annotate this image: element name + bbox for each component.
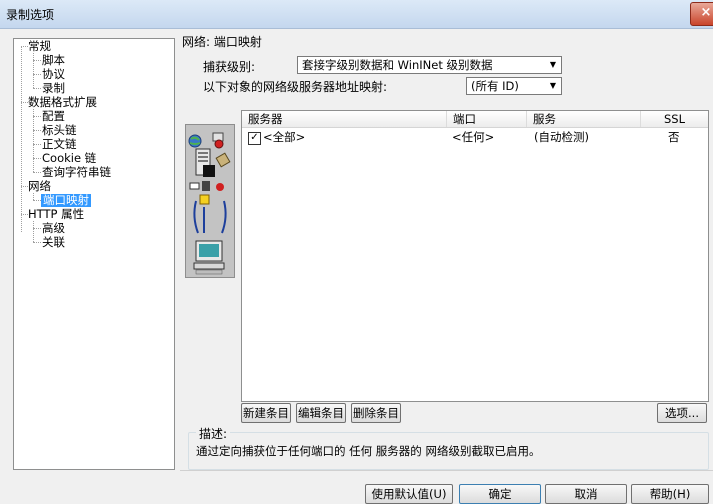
- network-devices-icon: [212, 132, 224, 149]
- capture-level-value: 套接字级别数据和 WinINet 级别数据: [302, 58, 493, 72]
- tree-item-configuration[interactable]: 配置: [42, 110, 65, 123]
- tree-item-body-chain[interactable]: 正文链: [42, 138, 77, 151]
- new-entry-button[interactable]: 新建条目: [241, 403, 291, 423]
- row-checkbox[interactable]: ✓: [248, 132, 261, 145]
- options-button[interactable]: 选项...: [657, 403, 707, 423]
- network-illustration: [185, 124, 235, 278]
- database-icon: [215, 152, 231, 168]
- edit-entry-button[interactable]: 编辑条目: [296, 403, 346, 423]
- tree-item-recording[interactable]: 录制: [42, 82, 65, 95]
- capture-level-label: 捕获级别:: [203, 60, 256, 74]
- tree-item-general[interactable]: 常规: [28, 40, 51, 53]
- help-button[interactable]: 帮助(H): [631, 484, 709, 504]
- tree-item-data-format-extension[interactable]: 数据格式扩展: [28, 96, 97, 109]
- mapping-target-value: (所有 ID): [471, 79, 519, 93]
- cell-port: <任何>: [452, 130, 495, 144]
- cell-ssl: 否: [668, 130, 680, 144]
- use-defaults-button[interactable]: 使用默认值(U): [365, 484, 453, 504]
- computer-monitor-icon: [193, 240, 225, 275]
- column-header-server[interactable]: 服务器: [242, 111, 447, 127]
- cancel-button[interactable]: 取消: [545, 484, 627, 504]
- mapping-target-select[interactable]: (所有 ID) ▼: [466, 77, 562, 95]
- window-title: 录制选项: [6, 8, 55, 22]
- cell-service: (自动检测): [534, 130, 589, 144]
- tree-item-http-properties[interactable]: HTTP 属性: [28, 208, 84, 221]
- description-text: 通过定向捕获位于任何端口的 任何 服务器的 网络级别截取已启用。: [196, 444, 541, 458]
- capture-level-select[interactable]: 套接字级别数据和 WinINet 级别数据 ▼: [297, 56, 562, 74]
- globe-icon: [188, 134, 202, 148]
- options-tree[interactable]: 常规 脚本 协议 录制 数据格式扩展 配置 标头链 正文链 Cookie 链 查…: [13, 38, 175, 470]
- tree-item-script[interactable]: 脚本: [42, 54, 65, 67]
- tree-item-network[interactable]: 网络: [28, 180, 51, 193]
- section-title: 网络: 端口映射: [182, 35, 262, 49]
- tree-item-advanced[interactable]: 高级: [42, 222, 65, 235]
- server-tower-icon: [195, 148, 215, 177]
- footer-divider: [180, 470, 713, 471]
- close-button[interactable]: ×: [690, 2, 713, 26]
- dropdown-arrow-icon: ▼: [549, 81, 557, 90]
- table-header: 服务器 端口 服务 SSL: [242, 111, 708, 128]
- column-header-ssl[interactable]: SSL: [641, 111, 708, 127]
- devices-icon: [189, 181, 224, 205]
- tree-item-protocol[interactable]: 协议: [42, 68, 65, 81]
- mapping-target-label: 以下对象的网络级服务器地址映射:: [203, 80, 388, 94]
- tree-item-correlation[interactable]: 关联: [42, 236, 65, 249]
- description-title: 描述:: [196, 425, 231, 442]
- title-bar: 录制选项 ×: [0, 0, 713, 29]
- connection-lines: [193, 200, 227, 234]
- port-mapping-table[interactable]: 服务器 端口 服务 SSL ✓ <全部> <任何> (自动检测) 否: [241, 110, 709, 402]
- column-header-service[interactable]: 服务: [527, 111, 641, 127]
- delete-entry-button[interactable]: 删除条目: [351, 403, 401, 423]
- tree-item-cookie-chain[interactable]: Cookie 链: [42, 152, 96, 165]
- close-icon: ×: [700, 5, 712, 20]
- cell-server: <全部>: [263, 130, 306, 144]
- tree-item-port-mapping[interactable]: 端口映射: [41, 194, 91, 207]
- tree-item-query-string-chain[interactable]: 查询字符串链: [42, 166, 111, 179]
- ok-button[interactable]: 确定: [459, 484, 541, 504]
- column-header-port[interactable]: 端口: [447, 111, 527, 127]
- tree-item-header-chain[interactable]: 标头链: [42, 124, 77, 137]
- dropdown-arrow-icon: ▼: [549, 60, 557, 69]
